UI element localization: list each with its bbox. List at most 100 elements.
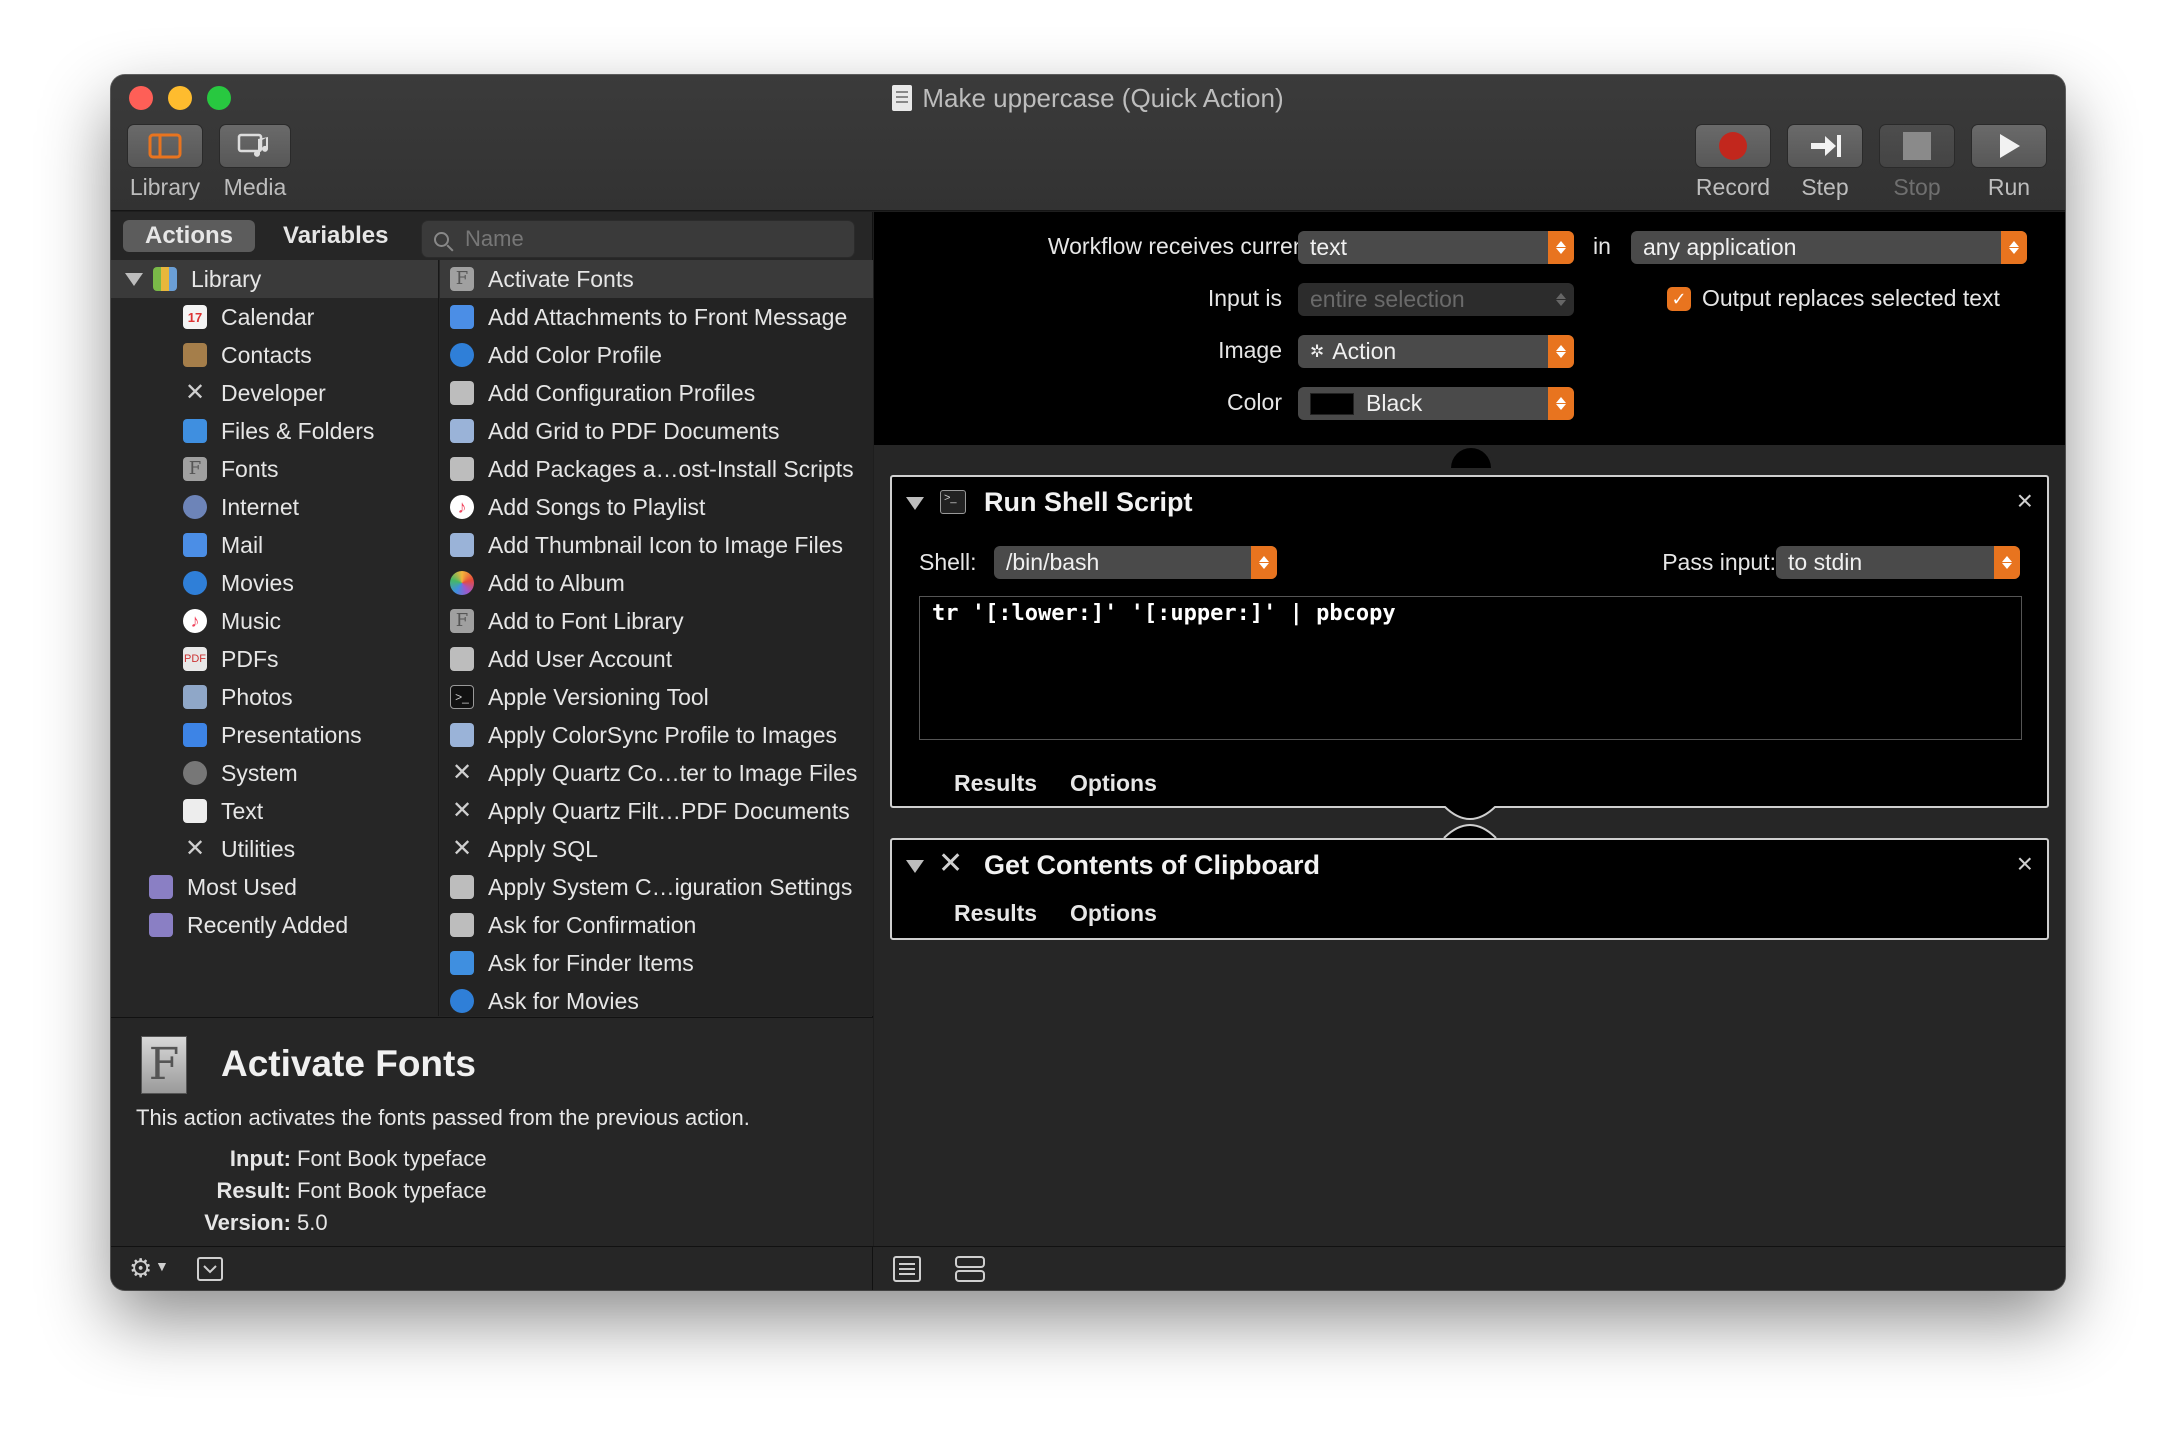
action-label: Add Configuration Profiles	[488, 379, 756, 406]
action-item[interactable]: Add Packages a…ost-Install Scripts	[440, 450, 873, 488]
category-movies[interactable]: Movies	[111, 564, 438, 602]
movies-icon	[450, 989, 474, 1013]
stop-label: Stop	[1893, 174, 1941, 200]
gear-icon[interactable]: ⚙	[129, 1253, 152, 1284]
document-icon	[892, 85, 913, 111]
description-toggle-icon[interactable]	[197, 1257, 223, 1281]
disclosure-triangle-icon[interactable]	[125, 272, 143, 286]
image-value: Action	[1332, 338, 1397, 364]
actions-tab[interactable]: Actions	[123, 220, 256, 252]
close-action-icon[interactable]: ×	[2017, 485, 2033, 517]
color-popup[interactable]: Black	[1298, 387, 1574, 420]
photos-icon	[183, 685, 207, 709]
category-presentations[interactable]: Presentations	[111, 716, 438, 754]
presentations-icon	[183, 723, 207, 747]
search-field[interactable]: Name	[421, 220, 855, 258]
movies-icon	[183, 571, 207, 595]
action-item[interactable]: Add Grid to PDF Documents	[440, 412, 873, 450]
category-mail[interactable]: Mail	[111, 526, 438, 564]
mail-icon	[183, 533, 207, 557]
action-label: Activate Fonts	[488, 265, 634, 292]
info-input: Input: Font Book typeface	[111, 1146, 487, 1172]
action-item[interactable]: Apply ColorSync Profile to Images	[440, 716, 873, 754]
smart-group-most-used[interactable]: Most Used	[111, 868, 438, 906]
list-view-icon[interactable]	[893, 1256, 921, 1282]
action-item[interactable]: Ask for Movies	[440, 982, 873, 1020]
receives-popup[interactable]: text	[1298, 231, 1574, 264]
options-tab[interactable]: Options	[1070, 900, 1157, 927]
category-text[interactable]: Text	[111, 792, 438, 830]
popup-arrows-icon	[1994, 546, 2020, 579]
action-title: Run Shell Script	[984, 487, 1193, 517]
run-toolbar-button[interactable]: Run	[1971, 124, 2047, 201]
action-item[interactable]: ✕ Apply Quartz Co…ter to Image Files	[440, 754, 873, 792]
category-label: Text	[221, 797, 264, 824]
workflow-header: Workflow receives current text in any ap…	[874, 212, 2065, 445]
action-item[interactable]: Add Configuration Profiles	[440, 374, 873, 412]
library-toolbar-button[interactable]: Library	[127, 124, 203, 201]
action-item[interactable]: Apply System C…iguration Settings	[440, 868, 873, 906]
application-popup[interactable]: any application	[1631, 231, 2027, 264]
collapse-triangle-icon[interactable]	[906, 860, 924, 873]
category-library[interactable]: Library	[111, 260, 438, 298]
results-tab[interactable]: Results	[954, 900, 1037, 927]
popup-arrows-icon	[1548, 231, 1574, 264]
close-action-icon[interactable]: ×	[2017, 848, 2033, 880]
image-popup[interactable]: ✲ Action	[1298, 335, 1574, 368]
script-editor[interactable]: tr '[:lower:]' '[:upper:]' | pbcopy	[919, 596, 2022, 740]
results-tab[interactable]: Results	[954, 770, 1037, 797]
pass-input-popup[interactable]: to stdin	[1776, 546, 2020, 579]
receives-value: text	[1310, 234, 1348, 260]
action-label: Apply Quartz Filt…PDF Documents	[488, 797, 850, 824]
workflow-view-icon[interactable]	[955, 1256, 985, 1282]
action-item[interactable]: Add Attachments to Front Message	[440, 298, 873, 336]
category-internet[interactable]: Internet	[111, 488, 438, 526]
action-item[interactable]: >_ Apple Versioning Tool	[440, 678, 873, 716]
action-item[interactable]: Add to Album	[440, 564, 873, 602]
category-label: Contacts	[221, 341, 312, 368]
options-tab[interactable]: Options	[1070, 770, 1157, 797]
pdf-icon: PDF	[183, 647, 207, 671]
record-toolbar-button[interactable]: Record	[1695, 124, 1771, 201]
smart-group-recently-added[interactable]: Recently Added	[111, 906, 438, 944]
action-item[interactable]: ✕ Apply SQL	[440, 830, 873, 868]
action-item[interactable]: Add User Account	[440, 640, 873, 678]
output-replaces-checkbox[interactable]: ✓	[1667, 287, 1691, 311]
input-is-popup[interactable]: entire selection	[1298, 283, 1574, 316]
action-item[interactable]: Ask for Finder Items	[440, 944, 873, 982]
shell-popup[interactable]: /bin/bash	[994, 546, 1277, 579]
category-fonts[interactable]: F Fonts	[111, 450, 438, 488]
category-files-folders[interactable]: Files & Folders	[111, 412, 438, 450]
search-placeholder: Name	[465, 226, 524, 251]
workflow-footer	[873, 1246, 2065, 1290]
category-pdfs[interactable]: PDF PDFs	[111, 640, 438, 678]
step-toolbar-button[interactable]: Step	[1787, 124, 1863, 201]
category-developer[interactable]: ✕ Developer	[111, 374, 438, 412]
action-item[interactable]: ♪ Add Songs to Playlist	[440, 488, 873, 526]
category-contacts[interactable]: Contacts	[111, 336, 438, 374]
info-input-label: Input:	[229, 1146, 291, 1171]
category-system[interactable]: System	[111, 754, 438, 792]
fonts-icon: F	[141, 1036, 187, 1094]
action-item[interactable]: Add Color Profile	[440, 336, 873, 374]
category-list: Library 17 Calendar Contacts ✕ Developer F…	[111, 260, 439, 1016]
category-calendar[interactable]: 17 Calendar	[111, 298, 438, 336]
fonts-icon: F	[450, 267, 474, 291]
collapse-triangle-icon[interactable]	[906, 497, 924, 510]
category-label: Mail	[221, 531, 264, 558]
stop-toolbar-button[interactable]: Stop	[1879, 124, 1955, 201]
variables-tab[interactable]: Variables	[261, 220, 410, 252]
media-toolbar-button[interactable]: Media	[219, 124, 291, 201]
action-item[interactable]: Add Thumbnail Icon to Image Files	[440, 526, 873, 564]
category-music[interactable]: ♪ Music	[111, 602, 438, 640]
automator-robot-icon	[450, 457, 474, 481]
run-shell-script-action: >_ Run Shell Script × Shell: /bin/bash P…	[890, 475, 2049, 808]
category-photos[interactable]: Photos	[111, 678, 438, 716]
action-item[interactable]: F Activate Fonts	[440, 260, 873, 298]
category-utilities[interactable]: ✕ Utilities	[111, 830, 438, 868]
fonts-icon: F	[183, 457, 207, 481]
category-label: Utilities	[221, 835, 296, 862]
action-item[interactable]: ✕ Apply Quartz Filt…PDF Documents	[440, 792, 873, 830]
action-item[interactable]: Ask for Confirmation	[440, 906, 873, 944]
action-item[interactable]: F Add to Font Library	[440, 602, 873, 640]
